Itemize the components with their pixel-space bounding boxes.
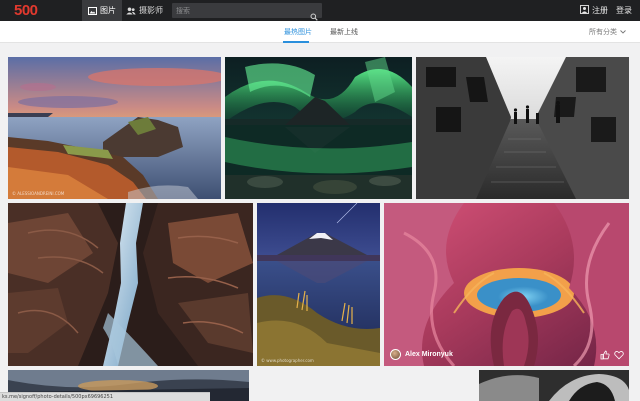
photo-card[interactable]: Alex Mironyuk: [384, 203, 629, 366]
user-icon: [580, 5, 589, 16]
photo-card[interactable]: © www.photographer.com: [257, 203, 380, 366]
category-dropdown[interactable]: 所有分类: [589, 27, 626, 37]
photo-credit[interactable]: Alex Mironyuk: [390, 349, 453, 360]
photo-image: [384, 203, 629, 366]
thumbs-up-icon[interactable]: [600, 350, 610, 360]
browser-status-url: ks.me/signoff/photo-details/500px6969625…: [0, 392, 210, 401]
nav-photographers-label: 摄影师: [139, 6, 163, 15]
login-link[interactable]: 登录: [616, 5, 632, 16]
photo-watermark: © ALESSIOANDREINI.COM: [12, 191, 65, 196]
nav-photographers[interactable]: 摄影师: [120, 0, 169, 21]
register-label: 注册: [592, 6, 608, 15]
photo-watermark: © www.photographer.com: [261, 358, 314, 363]
photo-card[interactable]: [416, 57, 629, 199]
nav-photos-label: 图片: [100, 6, 116, 15]
photo-image: [479, 370, 629, 401]
photo-card[interactable]: [8, 203, 253, 366]
photo-card[interactable]: [479, 370, 629, 401]
sub-navbar: 最热图片 最新上线 所有分类: [0, 21, 640, 43]
top-navbar: 500 图片 摄影师 注册 登录: [0, 0, 640, 21]
chevron-down-icon: [620, 28, 626, 36]
photo-image: [225, 57, 412, 199]
heart-icon[interactable]: [614, 350, 624, 360]
logo[interactable]: 500: [14, 2, 38, 19]
nav-photos[interactable]: 图片: [82, 0, 122, 21]
search-box: [172, 3, 322, 21]
photo-image: [257, 203, 380, 366]
account-links: 注册 登录: [580, 0, 632, 21]
category-label: 所有分类: [589, 28, 617, 36]
tab-fresh[interactable]: 最新上线: [330, 27, 358, 37]
users-icon: [126, 7, 136, 15]
search-input[interactable]: [176, 3, 306, 18]
tab-popular[interactable]: 最热图片: [284, 27, 312, 37]
photo-image: [8, 57, 221, 199]
photo-actions: [600, 350, 624, 360]
register-link[interactable]: 注册: [580, 5, 608, 16]
photo-image: [8, 203, 253, 366]
avatar[interactable]: [390, 349, 401, 360]
photo-card[interactable]: © ALESSIOANDREINI.COM: [8, 57, 221, 199]
photographer-name[interactable]: Alex Mironyuk: [405, 351, 453, 358]
image-icon: [88, 6, 97, 15]
active-tab-indicator: [283, 41, 309, 43]
photo-image: [416, 57, 629, 199]
photo-card[interactable]: [225, 57, 412, 199]
